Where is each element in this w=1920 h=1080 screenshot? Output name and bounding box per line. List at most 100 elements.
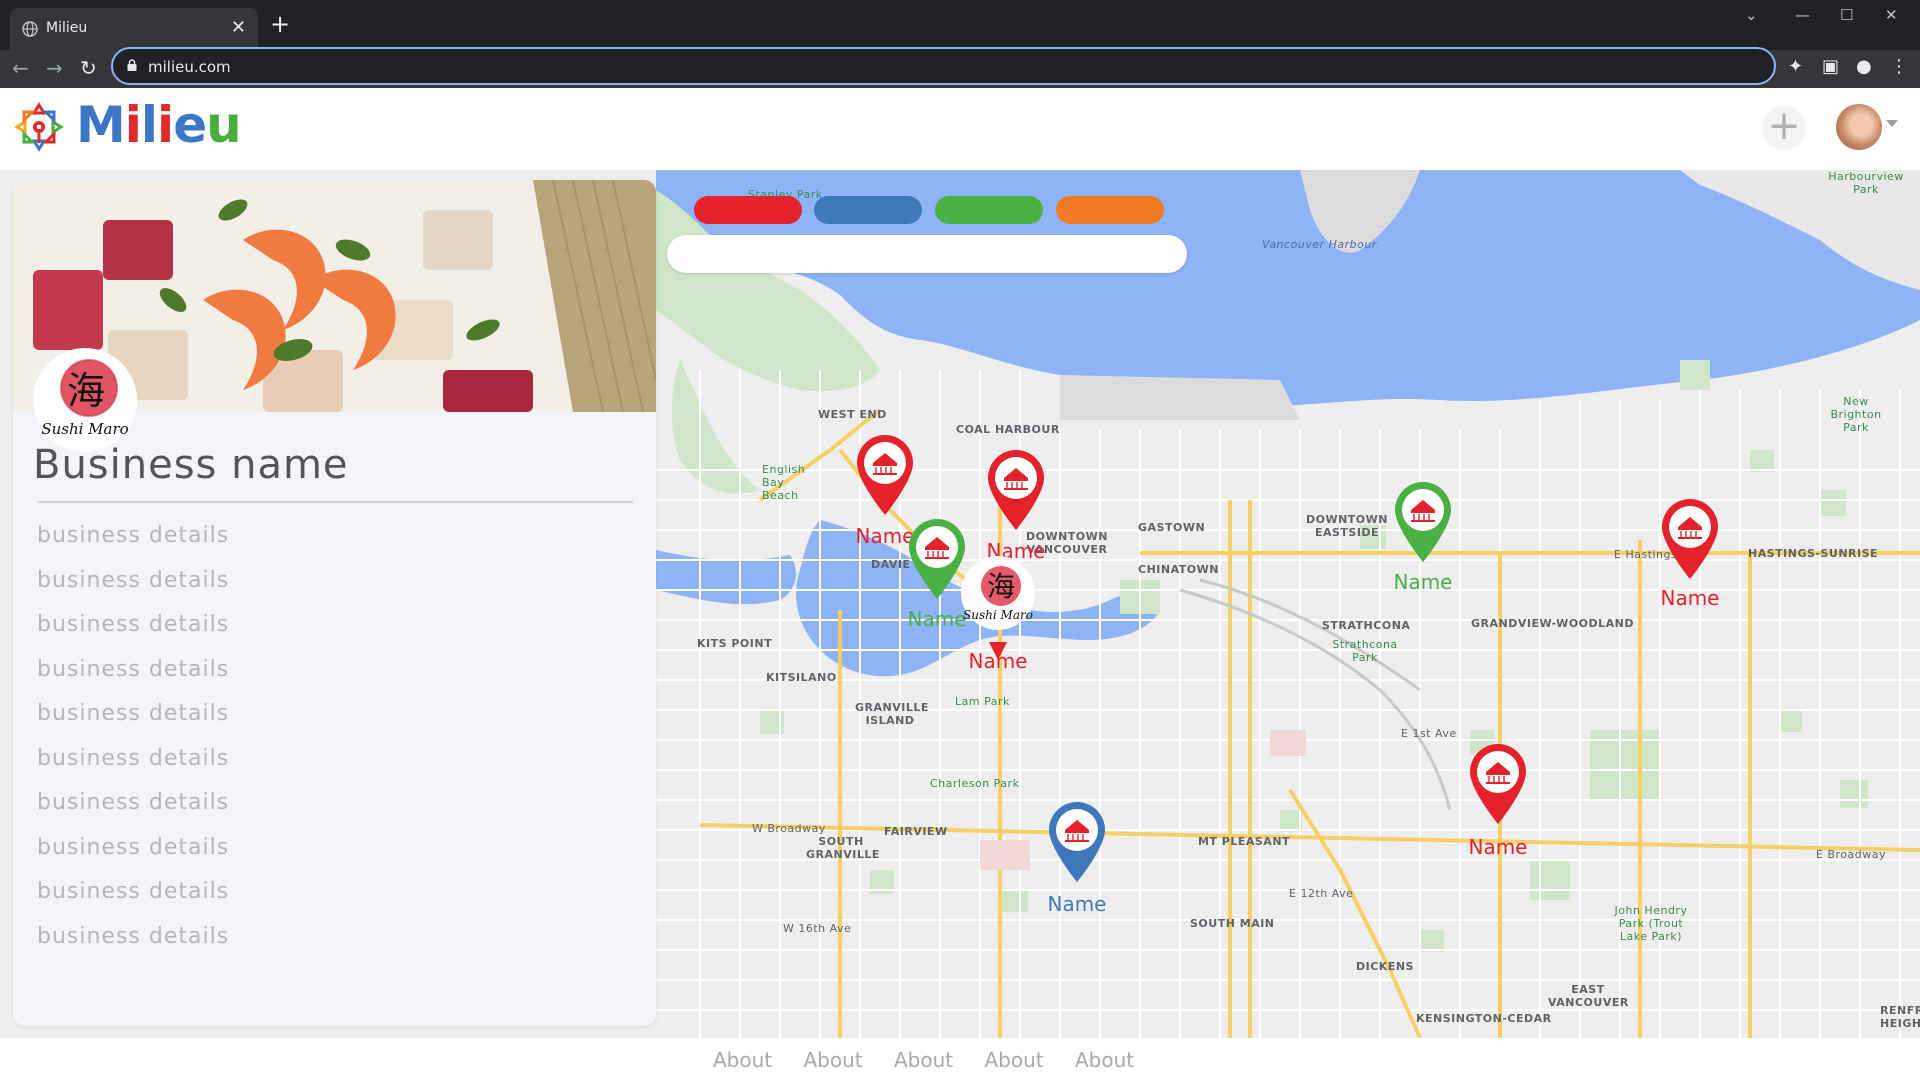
selected-pin-logo[interactable]: 海 Sushi Maro <box>961 556 1035 630</box>
business-name: Business name <box>33 442 349 488</box>
footer-link-about[interactable]: About <box>985 1048 1044 1072</box>
business-detail: business details <box>37 567 230 593</box>
reload-icon[interactable]: ↻ <box>80 56 97 80</box>
add-button[interactable]: + <box>1762 106 1806 150</box>
map-label-west-end: WEST END <box>818 408 887 421</box>
map-label-fairview: FAIRVIEW <box>884 825 948 838</box>
logo-letter: M <box>76 96 126 154</box>
business-detail: business details <box>37 834 230 860</box>
filter-pill-blue[interactable] <box>814 196 922 224</box>
map-label-english-bay-beach: English Bay Beach <box>762 463 806 502</box>
milieu-logo-text[interactable]: Milieu <box>76 96 242 154</box>
map-pin[interactable] <box>986 448 1046 532</box>
map-label-e-broadway: E Broadway <box>1816 848 1886 861</box>
map-label-kensington-cedar: KENSINGTON-CEDAR <box>1416 1012 1552 1025</box>
map-label-w-broadway: W Broadway <box>752 822 826 835</box>
address-bar[interactable]: milieu.com <box>111 47 1776 85</box>
footer: About About About About About <box>0 1038 1920 1080</box>
map-label-harbourview-park: Harbourview Park <box>1828 170 1904 196</box>
map-pin-label[interactable]: Name <box>1438 835 1558 859</box>
map-pin[interactable] <box>1468 742 1528 826</box>
map-label-kitsilano: KITSILANO <box>766 671 837 684</box>
lock-icon <box>127 59 137 71</box>
map-label-east-vancouver: EAST VANCOUVER <box>1548 983 1629 1009</box>
map-label-charleson-park: Charleson Park <box>930 777 1020 790</box>
avatar[interactable] <box>1836 104 1882 150</box>
milieu-logo-icon[interactable] <box>12 100 66 156</box>
sidepanel-icon[interactable]: ▣ <box>1822 56 1839 77</box>
browser-menu-icon[interactable]: ⋮ <box>1890 56 1908 77</box>
map-label-strathcona: STRATHCONA <box>1322 619 1411 632</box>
globe-icon <box>22 21 38 37</box>
map-label-john-hendry-park: John Hendry Park (Trout Lake Park) <box>1614 904 1688 943</box>
map-label-south-granville: SOUTH GRANVILLE <box>806 835 880 861</box>
map-label-lam-park: Lam Park <box>955 695 1010 708</box>
divider <box>38 501 633 503</box>
business-logo-glyph: 海 <box>67 369 106 413</box>
map-pin[interactable] <box>855 433 915 517</box>
footer-link-about[interactable]: About <box>1075 1048 1134 1072</box>
filter-pill-orange[interactable] <box>1056 196 1164 224</box>
profile-icon[interactable]: ● <box>1856 56 1872 77</box>
extensions-icon[interactable]: ✦ <box>1788 56 1803 77</box>
browser-tab[interactable]: Milieu ✕ <box>10 8 258 50</box>
map-label-south-main: SOUTH MAIN <box>1190 917 1275 930</box>
map-label-downtown-eastside: DOWNTOWN EASTSIDE <box>1305 513 1388 539</box>
minimize-icon[interactable]: — <box>1795 6 1810 24</box>
business-detail: business details <box>37 879 230 904</box>
map-pin[interactable] <box>1660 497 1720 581</box>
business-detail: business details <box>37 745 230 771</box>
footer-link-about[interactable]: About <box>804 1048 863 1072</box>
logo-letter: u <box>206 96 242 154</box>
filter-pill-green[interactable] <box>935 196 1043 224</box>
map-label-gastown: GASTOWN <box>1138 521 1206 534</box>
business-detail: business details <box>37 523 230 548</box>
forward-icon[interactable]: → <box>46 56 63 80</box>
map-label-new-brighton-park: New Brighton Park <box>1830 395 1882 434</box>
logo-letter: e <box>173 96 207 154</box>
tab-search-icon[interactable]: ⌄ <box>1745 6 1758 24</box>
chevron-down-icon[interactable] <box>1886 120 1898 127</box>
url-text: milieu.com <box>148 58 231 76</box>
map-label-dickens: DICKENS <box>1356 960 1414 973</box>
map-label-hastings-sunrise: HASTINGS-SUNRISE <box>1748 547 1879 560</box>
business-detail: business details <box>37 656 230 682</box>
business-card: 海 Sushi Maro Business name business deta… <box>13 180 656 1026</box>
close-window-icon[interactable]: ✕ <box>1885 6 1898 24</box>
business-detail: business details <box>37 612 230 637</box>
map-label-kits-point: KITS POINT <box>697 637 773 650</box>
selected-pin-logo-text: Sushi Maro <box>963 608 1033 622</box>
map-pin-label[interactable]: Name <box>1630 586 1750 610</box>
svg-text:海: 海 <box>987 570 1015 603</box>
close-tab-icon[interactable]: ✕ <box>231 17 246 38</box>
footer-link-about[interactable]: About <box>713 1048 772 1072</box>
business-detail: business details <box>37 923 230 949</box>
business-logo: 海 Sushi Maro <box>33 348 137 452</box>
footer-link-about[interactable]: About <box>894 1048 953 1072</box>
map-label-e-1st-ave: E 1st Ave <box>1401 727 1457 740</box>
app-header <box>0 88 1920 170</box>
map-pin-label[interactable]: Name <box>1017 892 1137 916</box>
new-tab-icon[interactable]: + <box>270 10 290 38</box>
map-label-chinatown: CHINATOWN <box>1138 563 1219 576</box>
logo-letter: l <box>140 96 158 154</box>
map-search-input[interactable] <box>667 235 1187 273</box>
map-pin-label[interactable]: Name <box>1363 570 1483 594</box>
business-detail: business details <box>37 701 230 726</box>
logo-letter: i <box>124 96 142 154</box>
business-logo-text: Sushi Maro <box>41 420 129 438</box>
selected-pin-pointer-icon <box>989 642 1007 660</box>
filter-pill-red[interactable] <box>694 196 802 224</box>
tab-title: Milieu <box>46 20 88 36</box>
business-detail: business details <box>37 790 230 815</box>
map-pin[interactable] <box>907 517 967 601</box>
map-pin[interactable] <box>1393 480 1453 564</box>
map-pin[interactable] <box>1047 800 1107 884</box>
back-icon[interactable]: ← <box>12 56 29 80</box>
map-label-granville-island: GRANVILLE ISLAND <box>855 701 929 727</box>
map-label-w-16th-ave: W 16th Ave <box>783 922 852 935</box>
map-label-davie: DAVIE <box>871 558 911 571</box>
maximize-icon[interactable]: ☐ <box>1840 6 1853 24</box>
browser-tab-bar: Milieu ✕ + ⌄ — ☐ ✕ <box>0 0 1920 50</box>
map-label-mt-pleasant: MT PLEASANT <box>1198 835 1291 848</box>
